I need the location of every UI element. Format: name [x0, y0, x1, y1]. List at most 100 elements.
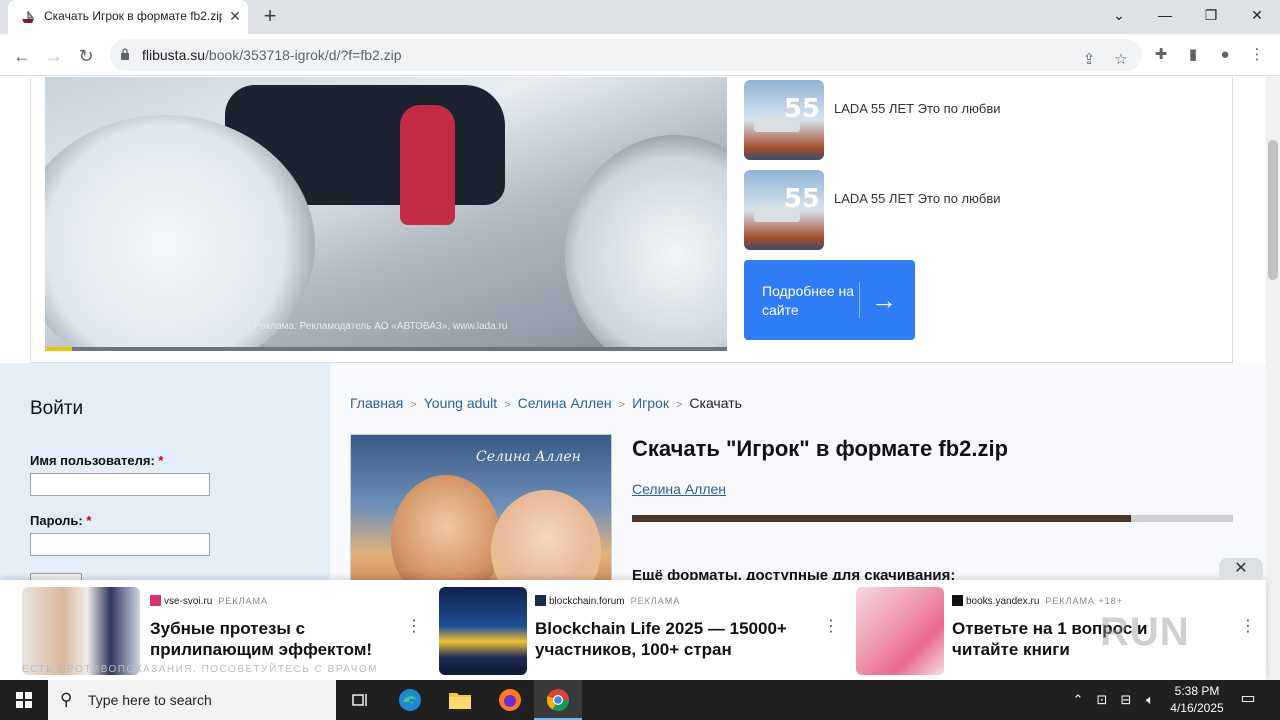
url-text: flibusta.su/book/353718-igrok/d/?f=fb2.z…	[142, 47, 402, 63]
side-ad-text: LADA 55 ЛЕТ Это по любви	[834, 101, 1001, 116]
new-tab-button[interactable]: +	[258, 4, 282, 28]
ad-source-text: vse-svoi.ru	[164, 596, 213, 607]
ad-thumbnail-badge: 55	[783, 184, 820, 214]
side-ad-item[interactable]: 55 LADA 55 ЛЕТ Это по любви	[744, 80, 1164, 160]
ad-source: blockchain.forum РЕКЛАМА	[535, 595, 680, 607]
breadcrumb-separator: >	[410, 399, 417, 411]
edge-icon[interactable]	[386, 680, 434, 720]
folder-glyph	[449, 693, 471, 709]
ad-menu-icon[interactable]: ⋮	[823, 617, 839, 637]
breadcrumb-separator: >	[618, 399, 626, 411]
username-label: Имя пользователя: *	[30, 453, 163, 468]
side-panel-icon[interactable]: ▮	[1180, 42, 1206, 68]
taskbar-search[interactable]: ⚲ Type here to search	[48, 680, 336, 720]
ad-menu-icon[interactable]: ⋮	[1240, 617, 1256, 637]
breadcrumb-separator: >	[504, 399, 511, 411]
snowy-tree-right	[565, 135, 727, 351]
window-close-button[interactable]: ✕	[1234, 0, 1280, 30]
ad-source-text: blockchain.forum	[549, 596, 625, 607]
cover-author-text: Селина Аллен	[476, 449, 581, 465]
blockchain-forum-logo-icon	[535, 595, 546, 606]
ad-headline: Blockchain Life 2025 — 15000+ участников…	[535, 619, 787, 659]
video-progress-bar[interactable]	[45, 347, 727, 351]
task-view-icon[interactable]	[336, 680, 384, 720]
minimize-button[interactable]: —	[1142, 0, 1188, 30]
ad-source-text: books.yandex.ru	[966, 596, 1040, 607]
windows-taskbar: ⚲ Type here to search ⌃ ⊡ ⊟ 🔈︎ 5:38 PM 4…	[0, 680, 1280, 720]
woman-figure	[400, 105, 455, 225]
profile-avatar-icon[interactable]: ●	[1212, 42, 1238, 68]
button-divider	[859, 282, 860, 318]
menu-kebab-icon[interactable]: ⋮	[1244, 42, 1270, 68]
password-label: Пароль: *	[30, 513, 91, 528]
search-placeholder: Type here to search	[88, 692, 212, 708]
password-field[interactable]	[30, 533, 210, 556]
firefox-icon[interactable]	[486, 680, 534, 720]
arrow-right-icon: →	[871, 285, 897, 315]
ad-tag: РЕКЛАМА +18+	[1045, 596, 1124, 606]
tray-device-icon[interactable]: ⊡	[1092, 690, 1112, 710]
tab-search-button[interactable]: ⌄	[1096, 0, 1142, 30]
breadcrumb-home[interactable]: Главная	[350, 395, 403, 411]
maximize-button[interactable]: ❐	[1188, 0, 1234, 30]
tab-close-icon[interactable]: ✕	[226, 7, 244, 25]
clock-time: 5:38 PM	[1174, 684, 1220, 698]
breadcrumb: Главная > Young adult > Селина Аллен > Игрок > С…	[350, 395, 742, 411]
edge-glyph	[399, 689, 421, 711]
download-progress-bar	[632, 515, 1233, 522]
download-progress-fill	[632, 515, 1131, 522]
firefox-glyph	[499, 689, 521, 711]
volume-icon[interactable]: 🔈︎	[1140, 690, 1160, 710]
breadcrumb-genre[interactable]: Young adult	[424, 395, 497, 411]
ad-headline: Зубные протезы с прилипающим эффектом!	[150, 619, 373, 659]
side-ad-item[interactable]: 55 LADA 55 ЛЕТ Это по любви	[744, 170, 1164, 250]
breadcrumb-book[interactable]: Игрок	[632, 395, 669, 411]
breadcrumb-author[interactable]: Селина Аллен	[518, 395, 612, 411]
search-icon: ⚲	[60, 690, 73, 709]
url-path: /book/353718-igrok/d/?f=fb2.zip	[205, 47, 402, 63]
tab-strip: Скачать Игрок в формате fb2.zip ✕ + ⌄ — …	[0, 0, 1280, 34]
scrollbar-thumb[interactable]	[1268, 140, 1278, 280]
address-bar[interactable]: flibusta.su/book/353718-igrok/d/?f=fb2.z…	[110, 39, 1142, 71]
share-icon[interactable]: ⇪	[1076, 47, 1102, 73]
ad-tag: РЕКЛАМА	[630, 596, 681, 606]
windows-logo-icon	[16, 692, 32, 708]
ad-menu-icon[interactable]: ⋮	[406, 617, 422, 637]
reload-icon[interactable]: ↻	[72, 42, 100, 70]
ad-teaser-image	[856, 587, 944, 675]
chrome-icon[interactable]	[534, 680, 582, 720]
video-ad[interactable]: Реклама. Рекламодатель АО «АВТОВАЗ», www…	[45, 77, 727, 351]
network-icon[interactable]: ⊟	[1116, 690, 1136, 710]
forward-arrow-icon[interactable]: →	[40, 42, 68, 70]
video-ad-caption: Реклама. Рекламодатель АО «АВТОВАЗ», www…	[254, 321, 508, 332]
more-on-site-label: Подробнее на сайте	[762, 283, 855, 318]
book-author-link[interactable]: Селина Аллен	[632, 481, 726, 497]
favicon-ship-icon	[22, 10, 35, 23]
username-field[interactable]	[30, 473, 210, 496]
password-label-text: Пароль:	[30, 513, 83, 528]
ad-thumbnail: 55	[744, 170, 824, 250]
ad-tag: РЕКЛАМА	[218, 596, 269, 606]
browser-tab[interactable]: Скачать Игрок в формате fb2.zip ✕	[8, 0, 248, 34]
ad-strip-close-icon[interactable]: ✕	[1219, 558, 1263, 580]
book-cover-image[interactable]: Селина Аллен	[350, 434, 612, 594]
login-title: Войти	[30, 398, 84, 419]
notification-icon[interactable]: ▭	[1238, 689, 1258, 709]
start-button[interactable]	[0, 680, 48, 720]
back-arrow-icon[interactable]: ←	[8, 42, 36, 70]
ad-teaser[interactable]: blockchain.forum РЕКЛАМА Blockchain Life …	[439, 585, 845, 677]
bookmark-star-icon[interactable]: ☆	[1108, 47, 1134, 73]
tray-chevron-icon[interactable]: ⌃	[1068, 690, 1088, 710]
taskbar-clock[interactable]: 5:38 PM 4/16/2025	[1160, 683, 1234, 717]
tab-title: Скачать Игрок в формате fb2.zip	[44, 9, 222, 23]
ad-teaser[interactable]: books.yandex.ru РЕКЛАМА +18+ Ответьте на …	[856, 585, 1262, 677]
extensions-puzzle-icon[interactable]: ✚	[1148, 42, 1174, 68]
required-marker: *	[158, 453, 164, 468]
video-progress-fill	[45, 347, 73, 351]
page-title: Скачать "Игрок" в формате fb2.zip	[632, 436, 1009, 461]
cover-figure-male	[391, 475, 501, 593]
username-label-text: Имя пользователя:	[30, 453, 155, 468]
ad-teaser-image	[439, 587, 527, 675]
file-explorer-icon[interactable]	[436, 680, 484, 720]
more-on-site-button[interactable]: Подробнее на сайте →	[744, 260, 915, 340]
